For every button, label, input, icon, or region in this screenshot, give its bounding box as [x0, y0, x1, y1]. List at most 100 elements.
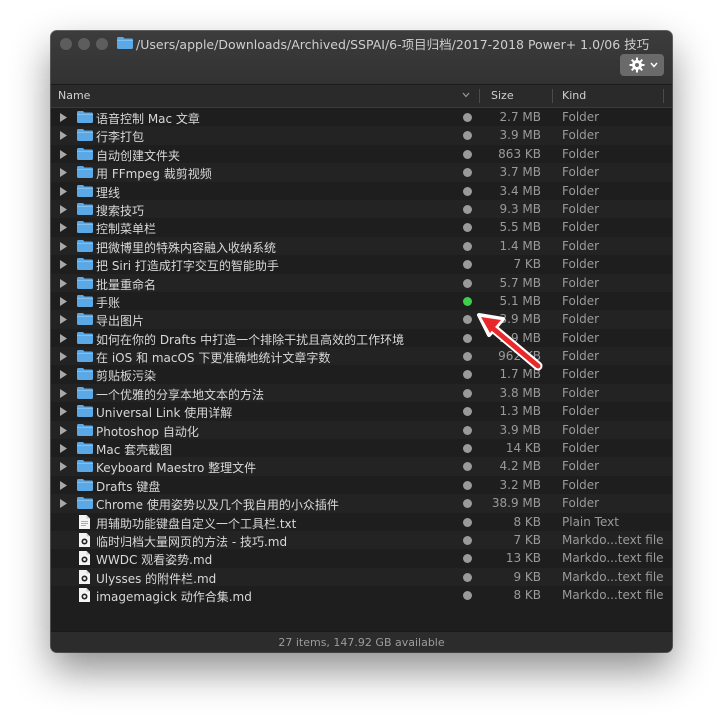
column-divider[interactable] — [663, 89, 664, 103]
disclosure-triangle-icon[interactable] — [60, 499, 67, 509]
disclosure-triangle-icon[interactable] — [60, 260, 67, 270]
column-divider[interactable] — [552, 89, 553, 103]
markdown-icon — [79, 532, 90, 547]
folder-row[interactable]: 控制菜单栏 5.5 MB Folder — [51, 218, 672, 236]
disclosure-triangle-icon[interactable] — [60, 370, 67, 380]
file-kind: Folder — [562, 220, 600, 235]
file-row[interactable]: imagemagick 动作合集.md 8 KB Markdo...text fil… — [51, 586, 672, 604]
file-size: 5.7 MB — [499, 275, 541, 290]
file-name: 语音控制 Mac 文章 — [96, 112, 200, 126]
disclosure-triangle-icon[interactable] — [60, 425, 67, 435]
file-name: 控制菜单栏 — [96, 222, 157, 237]
folder-row[interactable]: 语音控制 Mac 文章 2.7 MB Folder — [51, 108, 672, 126]
file-kind: Folder — [562, 201, 600, 216]
gray-tag-dot — [463, 425, 472, 435]
disclosure-triangle-icon[interactable] — [60, 388, 67, 398]
file-kind: Folder — [562, 385, 600, 400]
file-size: 3.7 MB — [499, 165, 541, 180]
zoom-button[interactable] — [96, 38, 108, 50]
folder-icon — [77, 184, 93, 197]
disclosure-triangle-icon[interactable] — [60, 333, 67, 343]
column-name-header[interactable]: Name — [58, 89, 90, 102]
folder-row[interactable]: Photoshop 自动化 3.9 MB Folder — [51, 420, 672, 440]
file-name: 行李打包 — [96, 130, 145, 145]
disclosure-triangle-icon[interactable] — [60, 149, 67, 159]
gray-tag-dot — [463, 480, 472, 490]
file-kind: Folder — [562, 441, 600, 456]
folder-icon — [77, 423, 93, 436]
file-kind: Folder — [562, 110, 600, 124]
folder-row[interactable]: Universal Link 使用详解 1.3 MB Folder — [51, 402, 672, 420]
chevron-down-icon[interactable] — [462, 92, 470, 98]
file-size: 9 KB — [513, 569, 541, 584]
folder-row[interactable]: 一个优雅的分享本地文本的方法 3.8 MB Folder — [51, 383, 672, 403]
minimize-button[interactable] — [78, 38, 90, 50]
folder-row[interactable]: 在 iOS 和 macOS 下更准确地统计文章字数962 KBFolder — [51, 347, 672, 366]
file-name: Mac 套壳截图 — [96, 443, 173, 458]
folder-row[interactable]: 批量重命名 5.7 MB Folder — [51, 273, 672, 292]
column-kind-header[interactable]: Kind — [562, 89, 586, 102]
gray-tag-dot — [463, 168, 472, 178]
folder-icon — [77, 166, 93, 179]
folder-row[interactable]: Drafts 键盘 3.2 MB Folder — [51, 476, 672, 494]
folder-row[interactable]: 理线 3.4 MB Folder — [51, 182, 672, 200]
folder-row[interactable]: 如何在你的 Drafts 中打造一个排除干扰且高效的工作环境 2.9 MB Fold… — [51, 329, 672, 347]
folder-row[interactable]: Mac 套壳截图 14 KB Folder — [51, 439, 672, 457]
disclosure-triangle-icon[interactable] — [60, 278, 67, 288]
disclosure-triangle-icon[interactable] — [60, 131, 67, 141]
disclosure-triangle-icon[interactable] — [60, 186, 67, 196]
file-size: 9.3 MB — [499, 201, 541, 216]
action-menu-button[interactable] — [620, 54, 664, 76]
folder-icon — [117, 37, 133, 49]
file-name: 批量重命名 — [96, 277, 157, 292]
file-name: 用 FFmpeg 裁剪视频 — [96, 167, 212, 182]
folder-row[interactable]: 行李打包 3.9 MB Folder — [51, 126, 672, 145]
folder-icon — [77, 460, 93, 473]
file-kind: Markdo...text file — [562, 532, 664, 547]
gray-tag-dot — [463, 407, 472, 417]
disclosure-triangle-icon[interactable] — [60, 204, 67, 214]
file-size: 3.8 MB — [499, 385, 541, 400]
file-row[interactable]: 用辅助功能键盘自定义一个工具栏.txt 8 KB Plain Text — [51, 513, 672, 531]
folder-row[interactable]: 用 FFmpeg 裁剪视频 3.7 MB Folder — [51, 163, 672, 182]
folder-icon — [77, 350, 93, 363]
file-kind: Folder — [562, 422, 600, 437]
disclosure-triangle-icon[interactable] — [60, 462, 67, 472]
close-button[interactable] — [60, 38, 72, 50]
file-row[interactable]: WWDC 观看姿势.md 13 KB Markdo...text file — [51, 549, 672, 567]
disclosure-triangle-icon[interactable] — [60, 241, 67, 251]
file-kind: Folder — [562, 128, 600, 143]
disclosure-triangle-icon[interactable] — [60, 168, 67, 178]
disclosure-triangle-icon[interactable] — [60, 315, 67, 325]
folder-icon — [77, 129, 93, 142]
folder-row[interactable]: 把微博里的特殊内容融入收纳系统 1.4 MB Folder — [51, 236, 672, 256]
status-bar: 27 items, 147.92 GB available — [51, 631, 672, 652]
file-kind: Folder — [562, 349, 600, 364]
folder-row[interactable]: 搜索技巧 9.3 MB Folder — [51, 199, 672, 219]
folder-row[interactable]: Keyboard Maestro 整理文件 4.2 MB Folder — [51, 457, 672, 476]
gray-tag-dot — [463, 113, 472, 122]
file-row[interactable]: Ulysses 的附件栏.md 9 KB Markdo...text file — [51, 567, 672, 587]
folder-row[interactable]: Chrome 使用姿势以及几个我自用的小众插件 38.9 MB Folder — [51, 494, 672, 513]
file-size: 4.2 MB — [499, 459, 541, 474]
file-kind: Folder — [562, 459, 600, 474]
disclosure-triangle-icon[interactable] — [60, 113, 67, 122]
disclosure-triangle-icon[interactable] — [60, 480, 67, 490]
folder-row[interactable]: 手账 5.1 MB Folder — [51, 292, 672, 310]
folder-row[interactable]: 导出图片 3.9 MB Folder — [51, 310, 672, 329]
file-row[interactable]: 临时归档大量网页的方法 - 技巧.md 7 KB Markdo...text fil… — [51, 530, 672, 550]
file-size: 3.4 MB — [499, 183, 541, 198]
disclosure-triangle-icon[interactable] — [60, 444, 67, 454]
column-size-header[interactable]: Size — [491, 89, 514, 102]
disclosure-triangle-icon[interactable] — [60, 296, 67, 306]
folder-row[interactable]: 把 Siri 打造成打字交互的智能助手 7 KB Folder — [51, 255, 672, 273]
disclosure-triangle-icon[interactable] — [60, 407, 67, 417]
disclosure-triangle-icon[interactable] — [60, 223, 67, 233]
markdown-icon — [79, 551, 90, 566]
folder-icon — [77, 442, 93, 455]
file-size: 3.9 MB — [499, 128, 541, 143]
disclosure-triangle-icon[interactable] — [60, 352, 67, 362]
column-divider[interactable] — [479, 89, 480, 103]
folder-row[interactable]: 剪贴板污染 1.7 MB Folder — [51, 365, 672, 383]
folder-row[interactable]: 自动创建文件夹 863 KB Folder — [51, 145, 672, 163]
